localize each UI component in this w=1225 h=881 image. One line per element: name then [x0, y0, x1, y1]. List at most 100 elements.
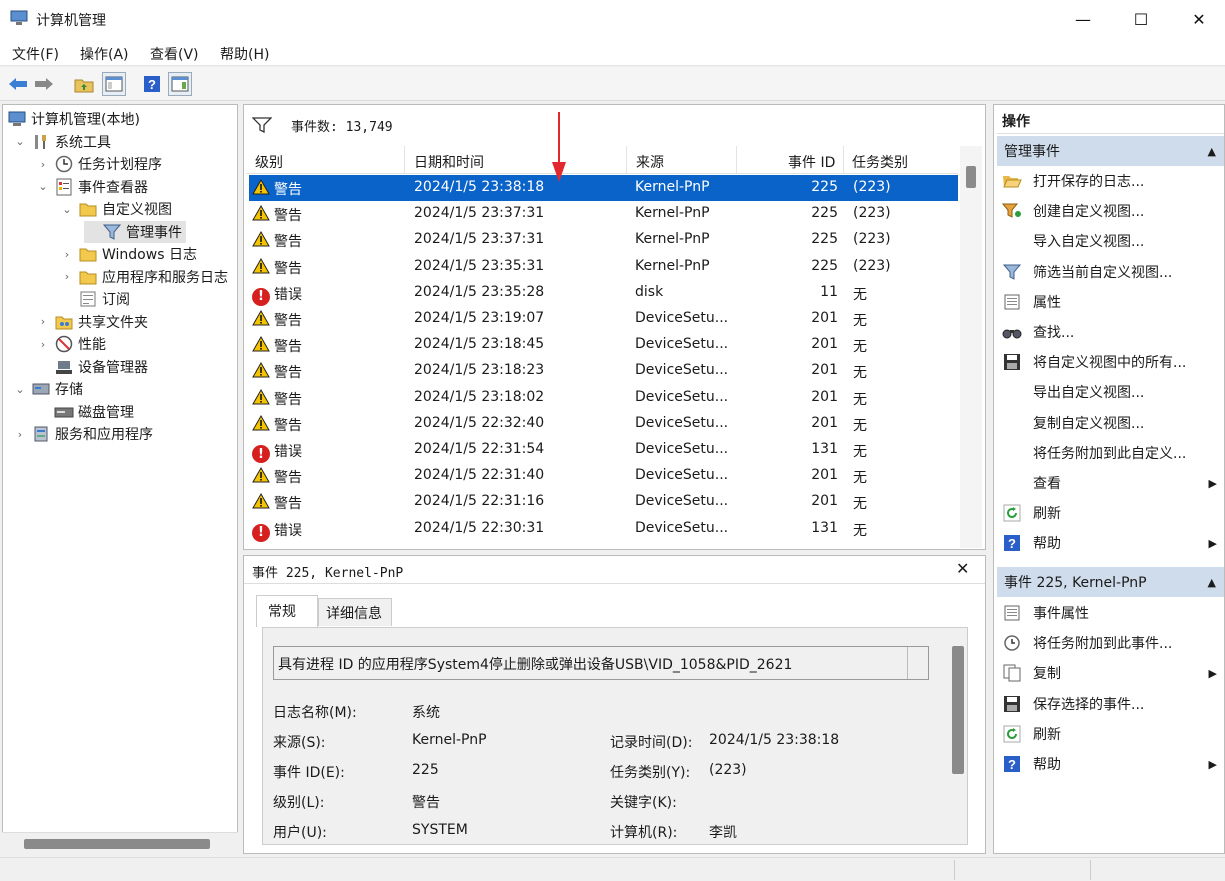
event-row[interactable]: 警告 2024/1/5 23:37:31 Kernel-PnP 225 (223): [249, 201, 958, 227]
action-item[interactable]: ? 帮助 ▶: [997, 528, 1223, 558]
copy-icon: [997, 664, 1027, 682]
event-row[interactable]: ! 错误 2024/1/5 23:35:28 disk 11 无: [249, 280, 958, 306]
column-task-category[interactable]: 任务类别: [852, 152, 908, 172]
event-row[interactable]: 警告 2024/1/5 22:32:40 DeviceSetu... 201 无: [249, 411, 958, 437]
scrollbar-thumb[interactable]: [966, 166, 976, 188]
chevron-down-icon[interactable]: ⌄: [36, 180, 50, 193]
chevron-down-icon[interactable]: ⌄: [60, 203, 74, 216]
event-row[interactable]: 警告 2024/1/5 23:38:18 Kernel-PnP 225 (223): [249, 175, 958, 201]
field-label: 任务类别(Y):: [610, 765, 691, 781]
action-item[interactable]: 复制自定义视图...: [997, 408, 1223, 438]
tree-item[interactable]: › 任务计划程序: [36, 153, 162, 175]
action-item[interactable]: 打开保存的日志...: [997, 166, 1223, 196]
help-button[interactable]: ?: [140, 72, 164, 96]
action-item[interactable]: 保存选择的事件...: [997, 689, 1223, 719]
event-row[interactable]: 警告 2024/1/5 23:19:07 DeviceSetu... 201 无: [249, 306, 958, 332]
tree-item-label: 性能: [78, 337, 106, 353]
action-item[interactable]: 创建自定义视图...: [997, 196, 1223, 226]
event-row[interactable]: 警告 2024/1/5 23:18:02 DeviceSetu... 201 无: [249, 385, 958, 411]
tree-item[interactable]: 设备管理器: [36, 356, 148, 378]
menu-help[interactable]: 帮助(H): [220, 44, 269, 64]
tree-item[interactable]: › 服务和应用程序: [13, 423, 153, 445]
event-task-category: 无: [853, 496, 867, 513]
action-item[interactable]: 导入自定义视图...: [997, 226, 1223, 256]
action-item[interactable]: 将自定义视图中的所有...: [997, 347, 1223, 377]
tree-item[interactable]: ⌄ 存储: [13, 378, 83, 400]
action-item[interactable]: 事件属性: [997, 598, 1223, 628]
scrollbar-thumb[interactable]: [24, 839, 210, 849]
action-item[interactable]: 导出自定义视图...: [997, 377, 1223, 407]
event-row[interactable]: 警告 2024/1/5 23:35:31 Kernel-PnP 225 (223): [249, 254, 958, 280]
event-task-category: 无: [853, 365, 867, 382]
action-item[interactable]: 将任务附加到此自定义...: [997, 438, 1223, 468]
chevron-right-icon[interactable]: ›: [60, 270, 74, 283]
tree-item[interactable]: › Windows 日志: [60, 243, 197, 265]
chevron-right-icon[interactable]: ›: [60, 248, 74, 261]
tree-item[interactable]: 订阅: [60, 288, 130, 310]
action-item[interactable]: ? 帮助 ▶: [997, 749, 1223, 779]
tree-item[interactable]: › 应用程序和服务日志: [60, 266, 228, 288]
tree-item[interactable]: ⌄ 系统工具: [13, 131, 111, 153]
maximize-button[interactable]: ☐: [1112, 0, 1170, 38]
show-hide-action-pane-button[interactable]: [168, 72, 192, 96]
column-source[interactable]: 来源: [636, 152, 664, 172]
minimize-button[interactable]: —: [1054, 0, 1112, 38]
action-item[interactable]: 刷新: [997, 498, 1223, 528]
tree-item[interactable]: ⌄ 自定义视图: [60, 198, 172, 220]
filter-icon: [252, 117, 272, 133]
tree-item[interactable]: › 共享文件夹: [36, 311, 148, 333]
tree-item[interactable]: › 性能: [36, 333, 106, 355]
column-event-id[interactable]: 事件 ID: [788, 152, 835, 172]
event-row[interactable]: 警告 2024/1/5 23:18:23 DeviceSetu... 201 无: [249, 358, 958, 384]
open-folder-icon: [997, 173, 1027, 189]
event-row[interactable]: 警告 2024/1/5 22:31:16 DeviceSetu... 201 无: [249, 489, 958, 515]
event-row[interactable]: ! 错误 2024/1/5 22:31:54 DeviceSetu... 131 无: [249, 437, 958, 463]
chevron-down-icon[interactable]: ⌄: [13, 383, 27, 396]
up-level-button[interactable]: [72, 72, 96, 96]
close-button[interactable]: ✕: [1170, 0, 1225, 38]
tab-general[interactable]: 常规: [256, 595, 318, 627]
event-task-category: (223): [853, 257, 891, 274]
chevron-down-icon[interactable]: ⌄: [13, 135, 27, 148]
menu-view[interactable]: 查看(V): [150, 44, 199, 64]
collapse-icon[interactable]: ▲: [1208, 145, 1216, 158]
chevron-right-icon[interactable]: ›: [36, 338, 50, 351]
close-detail-icon[interactable]: ✕: [956, 559, 969, 578]
tree-item[interactable]: 磁盘管理: [36, 401, 134, 423]
chevron-right-icon[interactable]: ›: [36, 315, 50, 328]
actions-section-manage-events[interactable]: 管理事件 ▲: [997, 136, 1224, 166]
event-list-scrollbar[interactable]: [960, 146, 982, 548]
actions-section-event[interactable]: 事件 225, Kernel-PnP ▲: [997, 567, 1224, 597]
action-label: 复制: [1033, 666, 1061, 683]
collapse-icon[interactable]: ▲: [1208, 576, 1216, 589]
action-item[interactable]: 筛选当前自定义视图...: [997, 257, 1223, 287]
detail-scrollbar-thumb[interactable]: [952, 646, 964, 774]
event-row[interactable]: 警告 2024/1/5 23:37:31 Kernel-PnP 225 (223): [249, 227, 958, 253]
action-item[interactable]: 复制 ▶: [997, 658, 1223, 688]
tree-item[interactable]: ⌄ 事件查看器: [36, 176, 148, 198]
action-item[interactable]: 查找...: [997, 317, 1223, 347]
action-item[interactable]: 刷新: [997, 719, 1223, 749]
action-item[interactable]: 将任务附加到此事件...: [997, 628, 1223, 658]
column-level[interactable]: 级别: [255, 152, 283, 172]
event-row[interactable]: 警告 2024/1/5 22:31:40 DeviceSetu... 201 无: [249, 463, 958, 489]
action-item[interactable]: 属性: [997, 287, 1223, 317]
chevron-right-icon[interactable]: ›: [13, 428, 27, 441]
chevron-right-icon[interactable]: ›: [36, 158, 50, 171]
event-description-box[interactable]: 具有进程 ID 的应用程序System4停止删除或弹出设备USB\VID_105…: [273, 646, 929, 680]
tree-item-label: Windows 日志: [102, 247, 197, 263]
tab-details[interactable]: 详细信息: [318, 598, 392, 626]
tree-item[interactable]: 计算机管理(本地): [7, 108, 140, 130]
show-hide-console-tree-button[interactable]: [102, 72, 126, 96]
forward-button[interactable]: [32, 72, 56, 96]
menu-file[interactable]: 文件(F): [12, 44, 59, 64]
tree-item[interactable]: 管理事件: [84, 220, 186, 243]
menu-action[interactable]: 操作(A): [80, 44, 129, 64]
tree-horizontal-scrollbar[interactable]: [2, 832, 238, 854]
back-button[interactable]: [6, 72, 30, 96]
folder-icon: [78, 200, 98, 218]
action-item[interactable]: 查看 ▶: [997, 468, 1223, 498]
event-row[interactable]: 警告 2024/1/5 23:18:45 DeviceSetu... 201 无: [249, 332, 958, 358]
event-row[interactable]: ! 错误 2024/1/5 22:30:31 DeviceSetu... 131 无: [249, 516, 958, 542]
column-datetime[interactable]: 日期和时间: [414, 152, 484, 172]
